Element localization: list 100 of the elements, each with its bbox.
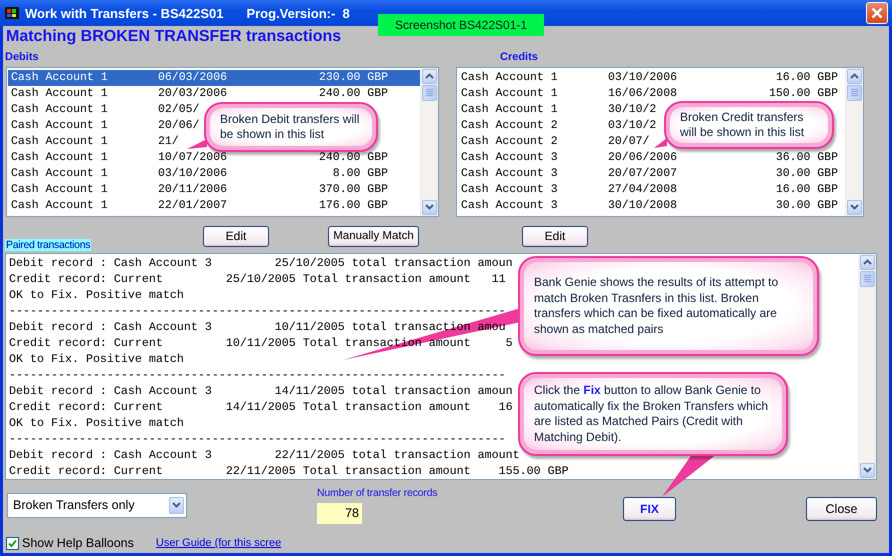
list-row[interactable]: Cash Account 1 20/03/2006 240.00 GBP [8, 86, 420, 102]
list-row[interactable]: Cash Account 1 16/06/2008 150.00 GBP [458, 86, 845, 102]
transaction-line: ----------------------------------------------------------------------- [9, 430, 506, 447]
date-cell: 20/06/ [158, 118, 200, 134]
close-button[interactable]: Close [806, 496, 877, 521]
account-cell-text: Cash Account 2 [461, 134, 559, 150]
account-cell-text: Cash Account 1 [461, 86, 559, 102]
date-cell-text: 03/10/2006 [158, 166, 228, 182]
account-cell-text: Cash Account 1 [11, 86, 109, 102]
amount-cell-text: 176.00 GBP [318, 198, 388, 214]
balloon-text: Broken Credit transfers will be shown in this list [679, 110, 806, 140]
paired-transactions-label: Paired transactions [5, 238, 92, 251]
manual-match-button[interactable]: Manually Match [328, 226, 419, 247]
account-cell-text: Cash Account 1 [461, 102, 559, 118]
list-row[interactable]: Cash Account 3 20/06/2006 36.00 GBP [458, 150, 845, 166]
account-cell-text: Cash Account 1 [11, 182, 109, 198]
date-cell-text: 16/06/2008 [608, 86, 678, 102]
transaction-line: OK to Fix. Positive match [9, 350, 184, 367]
user-guide-link[interactable]: User Guide (for this scree [156, 537, 282, 550]
date-cell-text: 03/10/2006 [608, 70, 678, 86]
window-title: Work with Transfers - BS422S01 [25, 6, 224, 20]
date-cell-text: 30/10/2008 [608, 198, 678, 214]
date-cell: 20/07/ [608, 134, 650, 150]
amount-cell-text: 8.00 GBP [332, 166, 388, 182]
list-row[interactable]: Cash Account 3 20/07/2007 30.00 GBP [458, 166, 845, 182]
amount-cell-text: 240.00 GBP [318, 150, 388, 166]
balloon-text: Broken Debit transfers will be shown in this list [219, 112, 360, 142]
filter-dropdown[interactable]: Broken Transfers only [7, 492, 187, 518]
fix-button[interactable]: FIX [623, 496, 676, 521]
date-cell-text: 22/01/2007 [158, 198, 228, 214]
list-row[interactable]: Cash Account 1 06/03/2006 230.00 GBP [8, 70, 420, 86]
debits-label: Debits [5, 50, 40, 63]
balloon-text: Click the Fix button to allow Bank Genie to automatically fix the Broken Transfers which are listed as Matched Pairs (Credit with Matching Debit). [533, 383, 770, 445]
list-row[interactable]: Cash Account 1 10/07/2006 240.00 GBP [8, 150, 420, 166]
date-cell-text: 20/03/2006 [158, 86, 228, 102]
date-cell: 02/05/ [158, 102, 200, 118]
transaction-line: OK to Fix. Positive match [9, 286, 184, 303]
date-cell: 30/10/2 [608, 102, 656, 118]
list-row[interactable]: Cash Account 1 20/11/2006 370.00 GBP [8, 182, 420, 198]
amount-cell-text: 240.00 GBP [318, 86, 388, 102]
list-row[interactable]: Cash Account 1 03/10/2006 16.00 GBP [458, 70, 845, 86]
list-row[interactable]: Cash Account 1 03/10/2006 8.00 GBP [8, 166, 420, 182]
dropdown-value: Broken Transfers only [13, 498, 135, 512]
list-row[interactable]: Cash Account 1 22/01/2007 176.00 GBP [8, 198, 420, 214]
amount-cell-text: 36.00 GBP [774, 150, 838, 166]
account-cell-text: Cash Account 3 [461, 198, 559, 214]
list-row[interactable]: Cash Account 3 27/04/2008 16.00 GBP [458, 182, 845, 198]
date-cell-text: 20/07/2007 [608, 166, 678, 182]
account-cell-text: Cash Account 1 [11, 134, 109, 150]
amount-cell-text: 30.00 GBP [774, 198, 838, 214]
transaction-line: ----------------------------------------------------------------------- [9, 366, 506, 383]
account-cell-text: Cash Account 1 [11, 102, 109, 118]
account-cell-text: Cash Account 1 [11, 198, 109, 214]
transaction-line: OK to Fix. Positive match [9, 414, 184, 431]
list-row[interactable]: Cash Account 2 03/10/2 [458, 118, 656, 134]
account-cell-text: Cash Account 1 [11, 166, 109, 182]
amount-cell-text: 370.00 GBP [318, 182, 388, 198]
account-cell-text: Cash Account 3 [461, 150, 559, 166]
date-cell: 03/10/2 [608, 118, 656, 134]
page-heading: Matching BROKEN TRANSFER transactions [5, 27, 342, 47]
account-cell-text: Cash Account 3 [461, 166, 559, 182]
date-cell-text: 10/07/2006 [158, 150, 228, 166]
transaction-line: ----------------------------------------------------------------------- [9, 302, 506, 319]
list-row[interactable]: Cash Account 1 02/05/ [8, 102, 200, 118]
amount-cell-text: 30.00 GBP [774, 166, 838, 182]
transaction-line: Debit record : Cash Account 3 25/10/2005 total transaction amoun [9, 254, 513, 271]
transaction-line: Debit record : Cash Account 3 22/11/2005 total transaction amount [9, 446, 520, 463]
edit-button[interactable]: Edit [203, 226, 269, 247]
transaction-line: Credit record: Current 25/10/2005 Total transaction amount 11 [9, 270, 506, 287]
transaction-line: Debit record : Cash Account 3 14/11/2005 total transaction amoun [9, 382, 513, 399]
screenshot-badge: Screenshot BS422S01-1 [378, 14, 544, 36]
account-cell-text: Cash Account 1 [461, 70, 559, 86]
edit-button[interactable]: Edit [522, 226, 588, 247]
date-cell-text: 06/03/2006 [158, 70, 228, 86]
date-cell-text: 20/06/2006 [608, 150, 678, 166]
list-row[interactable]: Cash Account 1 21/ [8, 134, 179, 150]
amount-cell-text: 150.00 GBP [768, 86, 838, 102]
account-cell-text: Cash Account 3 [461, 182, 559, 198]
record-count-label: Number of transfer records [317, 486, 438, 499]
amount-cell-text: 16.00 GBP [774, 70, 838, 86]
account-cell-text: Cash Account 1 [11, 150, 109, 166]
account-cell-text: Cash Account 2 [461, 118, 559, 134]
list-row[interactable]: Cash Account 2 20/07/ [458, 134, 650, 150]
date-cell-text: 20/11/2006 [158, 182, 228, 198]
record-count-field: 78 [317, 502, 362, 524]
list-row[interactable]: Cash Account 3 30/10/2008 30.00 GBP [458, 198, 845, 214]
transaction-line: Credit record: Current 22/11/2005 Total transaction amount 155.00 GBP [9, 462, 569, 479]
date-cell-text: 27/04/2008 [608, 182, 678, 198]
credits-label: Credits [500, 50, 539, 63]
list-row[interactable]: Cash Account 1 30/10/2 [458, 102, 656, 118]
account-cell-text: Cash Account 1 [11, 118, 109, 134]
amount-cell-text: 230.00 GBP [318, 70, 388, 86]
amount-cell-text: 16.00 GBP [774, 182, 838, 198]
version-label: Prog.Version:- 8 [246, 6, 350, 20]
list-row[interactable]: Cash Account 1 20/06/ [8, 118, 200, 134]
transaction-line: Credit record: Current 14/11/2005 Total transaction amount 16 [9, 398, 513, 415]
checkbox-label: Show Help Balloons [22, 536, 134, 550]
balloon-text: Bank Genie shows the results of its attempt to match Broken Trasnfers in this list. Broken transfers which can be fixed automatically are shown as matched pairs [533, 275, 780, 337]
date-cell: 21/ [158, 134, 179, 150]
account-cell-text: Cash Account 1 [11, 70, 109, 86]
